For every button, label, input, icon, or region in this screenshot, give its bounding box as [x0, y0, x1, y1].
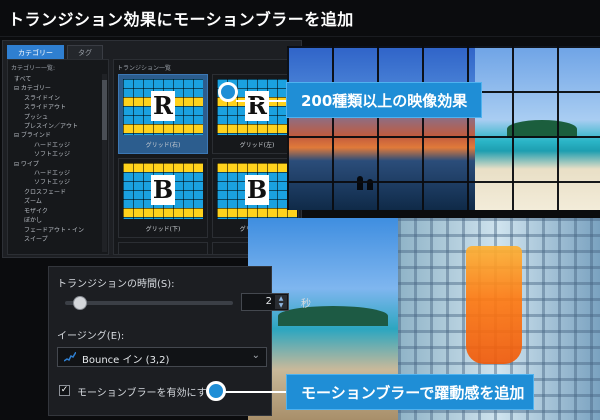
thumbnail-letter: R	[151, 91, 175, 121]
duration-value: 2	[265, 296, 272, 307]
transition-label: グリッド(右)	[145, 142, 181, 149]
category-tree-item[interactable]: ソフトエッジ	[10, 178, 108, 187]
duration-label: トランジションの時間(S):	[57, 279, 175, 290]
grid-overlay	[287, 46, 600, 210]
category-tree-item[interactable]: ぼかし	[10, 216, 108, 225]
category-scrollbar[interactable]	[102, 74, 107, 252]
duration-spinbox[interactable]: 2 ▲ ▼	[241, 293, 289, 311]
duration-unit: 秒	[301, 299, 311, 310]
duration-slider[interactable]	[65, 296, 233, 310]
category-tree-item[interactable]: ⊟ カテゴリー	[10, 84, 108, 93]
title-divider	[0, 36, 600, 37]
callout-dot	[206, 381, 226, 401]
transition-thumbnail: R	[123, 79, 203, 135]
transition-item-partial[interactable]	[118, 242, 208, 254]
tab-category[interactable]: カテゴリー	[7, 45, 64, 59]
island-shape	[278, 306, 388, 326]
thumbnail-letter: B	[151, 175, 175, 205]
category-tree-item[interactable]: フェードアウト・イン	[10, 226, 108, 235]
orange-drink-glass	[466, 246, 522, 364]
transition-label: グリッド(下)	[145, 226, 181, 233]
callout-dot	[218, 82, 238, 102]
category-tree: すべて ⊟ カテゴリー スライドイン スライドアウト プッシュ プレスイン／アウト ⊟ ブラ…	[8, 75, 108, 244]
category-tree-item[interactable]: ソフトエッジ	[10, 150, 108, 159]
callout-connector	[224, 391, 288, 393]
grid-transition-preview	[287, 46, 600, 210]
category-tree-item[interactable]: モザイク	[10, 207, 108, 216]
transition-thumbnail: B	[217, 163, 297, 219]
transition-thumbnail: B	[123, 163, 203, 219]
category-tree-item[interactable]: プレスイン／アウト	[10, 122, 108, 131]
motion-blur-checkbox[interactable]: ✓	[59, 385, 70, 396]
thumbnail-letter: B	[245, 175, 269, 205]
library-tabs: カテゴリー タグ	[7, 45, 106, 59]
category-panel-title: カテゴリー一覧:	[11, 65, 56, 72]
page-title: トランジション効果にモーションブラーを追加	[8, 10, 354, 29]
easing-curve-icon	[64, 352, 76, 362]
tab-tag[interactable]: タグ	[67, 45, 103, 59]
easing-value: Bounce イン (3,2)	[82, 355, 170, 366]
callout-effects-count: 200種類以上の映像効果	[286, 82, 482, 118]
category-tree-item[interactable]: スライドアウト	[10, 103, 108, 112]
scrollbar-thumb[interactable]	[102, 80, 107, 140]
category-panel: カテゴリー一覧: すべて ⊟ カテゴリー スライドイン スライドアウト プッシュ プレスイ…	[7, 59, 109, 255]
category-tree-item[interactable]: クロスフェード	[10, 188, 108, 197]
category-tree-item[interactable]: ハードエッジ	[10, 141, 108, 150]
category-tree-item[interactable]: ズーム	[10, 197, 108, 206]
category-tree-item[interactable]: ⊟ ブラインド	[10, 131, 108, 140]
transition-list-title: トランジション一覧	[117, 65, 172, 72]
motion-blur-label[interactable]: モーションブラーを有効にする	[77, 384, 217, 399]
category-tree-item[interactable]: スライドイン	[10, 94, 108, 103]
transition-item-grid-down[interactable]: B グリッド(下)	[118, 158, 208, 238]
easing-label: イージング(E):	[57, 331, 125, 342]
chevron-down-icon[interactable]: ⌄	[252, 350, 260, 361]
spin-down-icon[interactable]: ▼	[275, 302, 287, 309]
category-tree-item[interactable]: スイープ	[10, 235, 108, 244]
spin-buttons[interactable]: ▲ ▼	[275, 295, 287, 309]
category-tree-item[interactable]: プッシュ	[10, 113, 108, 122]
spin-up-icon[interactable]: ▲	[275, 295, 287, 302]
category-tree-item[interactable]: すべて	[10, 75, 108, 84]
easing-select[interactable]: Bounce イン (3,2) ⌄	[57, 347, 267, 367]
slider-thumb[interactable]	[72, 296, 87, 310]
category-tree-item[interactable]: ハードエッジ	[10, 169, 108, 178]
thumbnail-letter: R	[245, 91, 269, 121]
callout-connector	[236, 100, 288, 102]
category-tree-item[interactable]: ⊟ ワイプ	[10, 160, 108, 169]
callout-motion-blur: モーションブラーで躍動感を追加	[286, 374, 534, 410]
transition-settings-panel: トランジションの時間(S): 2 ▲ ▼ 秒 イージング(E): Bounce …	[48, 266, 311, 416]
transition-item-grid-right[interactable]: R グリッド(右)	[118, 74, 208, 154]
